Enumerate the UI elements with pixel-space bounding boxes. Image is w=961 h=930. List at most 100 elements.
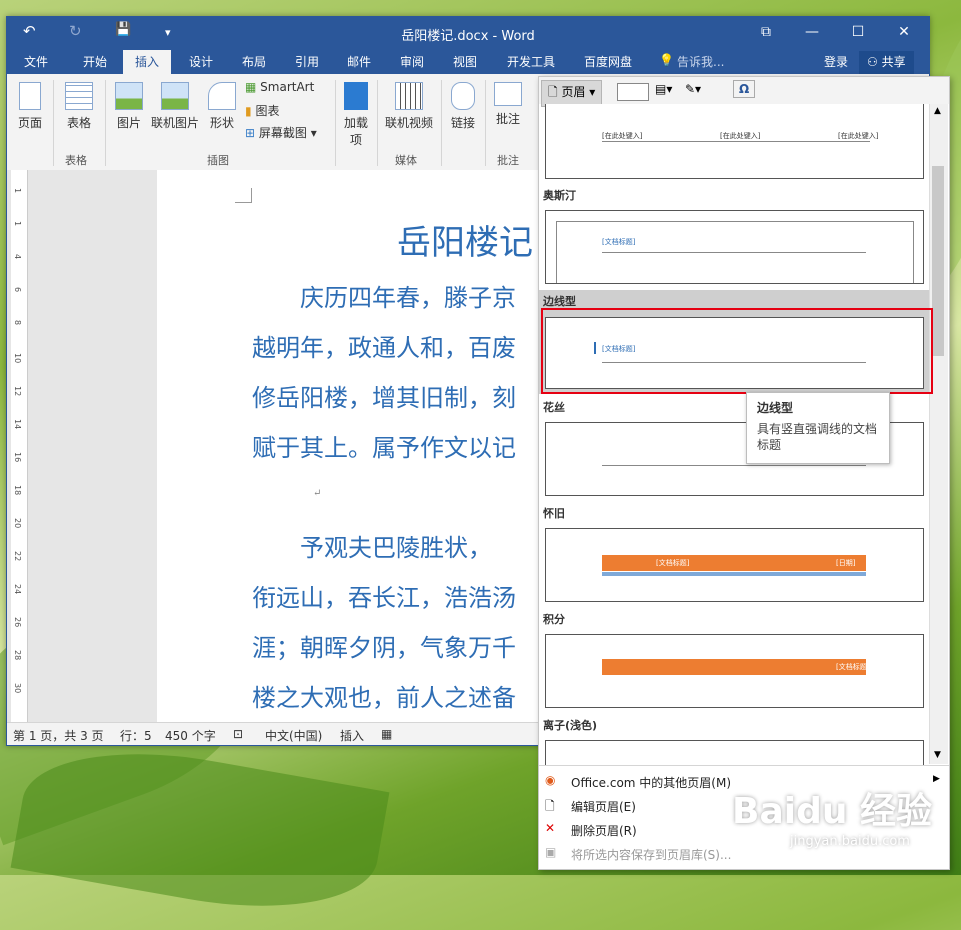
title-bar: ↶ ↻ 💾 ▾ 岳阳楼记.docx - Word ⧉ — ☐ ✕: [7, 17, 929, 47]
shapes-label: 形状: [209, 116, 234, 130]
chart-button[interactable]: ▮ 图表: [245, 102, 279, 119]
pages-button[interactable]: 页面: [13, 82, 47, 131]
comment-button[interactable]: 批注: [491, 82, 525, 127]
tab-baidu-netdisk[interactable]: 百度网盘: [584, 53, 632, 70]
thumb-line: [602, 141, 870, 142]
picture-button[interactable]: 图片: [111, 82, 147, 131]
ruler-number: 14: [13, 419, 22, 430]
tab-home[interactable]: 开始: [83, 53, 107, 70]
section-label: 离子(浅色): [543, 719, 598, 732]
ruler-number: 22: [13, 551, 22, 562]
tooltip: 边线型 具有竖直强调线的文档标题: [746, 392, 890, 464]
highlight-box: [541, 308, 933, 394]
share-button[interactable]: ⚇ 共享: [859, 51, 914, 74]
status-page[interactable]: 第 1 页，共 3 页: [13, 727, 104, 744]
tab-developer[interactable]: 开发工具: [507, 53, 555, 70]
quick-parts-icon[interactable]: ▤▾: [655, 82, 672, 96]
shapes-icon: [208, 82, 236, 110]
picture-label: 图片: [116, 116, 141, 130]
online-picture-icon: [161, 82, 189, 110]
maximize-button[interactable]: ☐: [835, 17, 881, 47]
tab-review[interactable]: 审阅: [400, 53, 424, 70]
thumb-text: [在此处键入]: [720, 132, 761, 140]
tab-insert[interactable]: 插入: [123, 50, 172, 75]
document-line: 修岳阳楼，增其旧制，刻: [252, 384, 516, 412]
smartart-button[interactable]: ▦ SmartArt: [245, 80, 314, 94]
header-thumb-ion-light[interactable]: [545, 740, 924, 765]
vertical-ruler: 1 1 4 6 8 10 12 14 16 18 20 22 24 26 28 30: [11, 170, 28, 722]
scroll-up-icon[interactable]: ▲: [934, 106, 941, 116]
section-label: 花丝: [543, 401, 565, 414]
links-button[interactable]: 链接: [447, 82, 479, 131]
document-line: 赋于其上。属予作文以记: [252, 434, 516, 462]
header-thumb-austin[interactable]: [文档标题]: [545, 210, 924, 284]
save-gallery-icon: ▣: [545, 845, 557, 859]
table-button[interactable]: 表格: [59, 82, 99, 131]
group-label-illustrations: 插图: [207, 154, 229, 167]
video-icon: [395, 82, 423, 110]
store-icon: [344, 82, 368, 110]
baidu-jingyan-logo: Baidu 经验: [732, 791, 933, 832]
tab-design[interactable]: 设计: [189, 53, 213, 70]
scroll-down-icon[interactable]: ▼: [934, 750, 941, 760]
scroll-thumb[interactable]: [932, 166, 944, 356]
group-label-comments: 批注: [497, 154, 519, 167]
macro-icon[interactable]: ▦: [381, 727, 392, 741]
status-language[interactable]: 中文(中国): [265, 727, 322, 744]
tab-mailings[interactable]: 邮件: [347, 53, 371, 70]
tell-me-input[interactable]: 告诉我...: [677, 53, 724, 70]
header-gallery: 🗋 页眉 ▾ ▤▾ ✎▾ Ω [在此处键入] [在此处键入] [在此处键入] 奥…: [538, 76, 950, 870]
minimize-button[interactable]: —: [789, 17, 835, 47]
tab-layout[interactable]: 布局: [242, 53, 266, 70]
page-icon: [19, 82, 41, 110]
gallery-toolbar: 🗋 页眉 ▾ ▤▾ ✎▾ Ω: [539, 77, 949, 107]
online-video-button[interactable]: 联机视频: [383, 82, 435, 131]
header-button[interactable]: 🗋 页眉 ▾: [541, 80, 603, 107]
symbol-icon[interactable]: Ω: [733, 80, 756, 98]
ribbon-display-options-icon[interactable]: ⧉: [743, 17, 789, 47]
orange-band: [602, 659, 866, 675]
signature-icon[interactable]: ✎▾: [685, 82, 701, 96]
online-picture-button[interactable]: 联机图片: [149, 82, 201, 131]
section-label: 边线型: [543, 295, 576, 308]
thumb-text: [在此处键入]: [838, 132, 879, 140]
header-thumb-blank-three[interactable]: [在此处键入] [在此处键入] [在此处键入]: [545, 104, 924, 179]
online-picture-label: 联机图片: [150, 116, 199, 130]
header-thumb-retro[interactable]: [文档标题] [日期]: [545, 528, 924, 602]
ruler-number: 24: [13, 584, 22, 595]
textbox-icon[interactable]: [617, 83, 649, 101]
status-words[interactable]: 450 个字: [165, 727, 216, 744]
shapes-button[interactable]: 形状: [205, 82, 239, 131]
online-video-label: 联机视频: [384, 116, 433, 130]
menu-label: Office.com 中的其他页眉(M): [571, 776, 732, 790]
picture-icon: [115, 82, 143, 110]
thumb-text: [文档标题]: [836, 663, 870, 671]
tab-file[interactable]: 文件: [24, 53, 48, 70]
links-label: 链接: [450, 116, 475, 130]
status-mode[interactable]: 插入: [340, 727, 364, 744]
tooltip-description: 具有竖直强调线的文档标题: [757, 422, 878, 452]
tab-references[interactable]: 引用: [295, 53, 319, 70]
close-button[interactable]: ✕: [881, 17, 927, 47]
login-link[interactable]: 登录: [824, 53, 848, 70]
menu-separator: [539, 765, 949, 766]
ruler-number: 1: [13, 188, 22, 194]
header-thumb-integral[interactable]: [文档标题]: [545, 634, 924, 708]
gallery-scrollbar[interactable]: ▲ ▼: [929, 104, 948, 764]
submenu-arrow-icon: ▶: [933, 774, 940, 784]
ribbon-tabs: 文件 开始 插入 设计 布局 引用 邮件 审阅 视图 开发工具 百度网盘 💡 告…: [7, 47, 929, 75]
ruler-number: 4: [13, 254, 22, 260]
tab-view[interactable]: 视图: [453, 53, 477, 70]
section-label: 积分: [543, 613, 565, 626]
proofing-icon[interactable]: ⊡: [233, 727, 243, 741]
remove-icon: ✕: [545, 821, 556, 835]
addins-label: 加载项: [343, 116, 368, 147]
lightbulb-icon: 💡: [659, 53, 674, 67]
addins-button[interactable]: 加载项: [341, 82, 371, 148]
tooltip-title: 边线型: [757, 401, 794, 415]
screenshot-label: 屏幕截图: [258, 126, 307, 140]
screenshot-button[interactable]: ⊞ 屏幕截图 ▾: [245, 124, 317, 141]
thumb-text: [日期]: [836, 559, 856, 567]
chart-label: 图表: [255, 104, 280, 118]
watermark-url: jingyan.baidu.com: [790, 834, 910, 849]
